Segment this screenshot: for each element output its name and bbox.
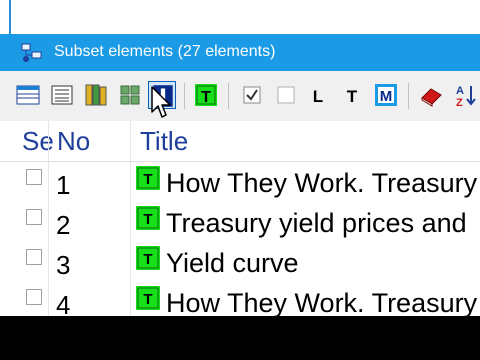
table-row[interactable]: 1 T How They Work. Treasury bbox=[0, 163, 480, 203]
row-select-checkbox[interactable] bbox=[26, 289, 42, 305]
row-title: Treasury yield prices and bbox=[166, 208, 467, 238]
title-bar[interactable]: Subset elements (27 elements) bbox=[0, 34, 480, 71]
row-select-checkbox[interactable] bbox=[26, 249, 42, 265]
checkbox-checked-icon[interactable] bbox=[238, 81, 266, 109]
toolbar-separator bbox=[184, 83, 185, 109]
row-select-checkbox[interactable] bbox=[26, 209, 42, 225]
parent-window-strip bbox=[0, 0, 480, 34]
mouse-pointer-icon bbox=[151, 86, 171, 118]
eraser-icon[interactable] bbox=[418, 81, 446, 109]
column-header-sel[interactable]: Se bbox=[22, 126, 54, 157]
window-title: Subset elements (27 elements) bbox=[54, 43, 276, 60]
type-t-icon: T bbox=[136, 206, 160, 230]
type-t-icon: T bbox=[136, 286, 160, 310]
sort-az-icon[interactable]: AZ bbox=[450, 81, 478, 109]
checkbox-empty-icon[interactable] bbox=[272, 81, 300, 109]
row-number: 2 bbox=[56, 210, 71, 240]
column-header-title[interactable]: Title bbox=[140, 126, 188, 157]
letter-t-icon[interactable]: T bbox=[338, 81, 366, 109]
svg-text:T: T bbox=[347, 87, 358, 106]
svg-text:T: T bbox=[143, 251, 152, 268]
row-title: How They Work. Treasury bbox=[166, 288, 478, 316]
letterbox-bar bbox=[0, 316, 480, 360]
subset-tree-icon bbox=[21, 43, 42, 62]
svg-text:T: T bbox=[143, 211, 152, 228]
tiles-view-icon[interactable] bbox=[116, 81, 144, 109]
type-t-green-icon[interactable]: T bbox=[192, 81, 220, 109]
row-select-checkbox[interactable] bbox=[26, 169, 42, 185]
type-t-icon: T bbox=[136, 166, 160, 190]
table-row[interactable]: 4 T How They Work. Treasury bbox=[0, 283, 480, 316]
list-rows-icon[interactable] bbox=[14, 81, 42, 109]
svg-text:T: T bbox=[143, 291, 152, 308]
row-number: 1 bbox=[56, 170, 71, 200]
svg-text:Z: Z bbox=[456, 97, 463, 109]
subset-elements-window: Subset elements (27 elements) T L T M A … bbox=[0, 0, 480, 316]
window-edge bbox=[9, 0, 11, 34]
letter-m-icon[interactable]: M bbox=[372, 81, 400, 109]
svg-text:L: L bbox=[313, 87, 323, 106]
svg-text:T: T bbox=[143, 171, 152, 188]
toolbar-separator bbox=[228, 83, 229, 109]
row-title: Yield curve bbox=[166, 248, 299, 278]
type-t-icon: T bbox=[136, 246, 160, 270]
svg-text:M: M bbox=[380, 88, 393, 105]
books-icon[interactable] bbox=[82, 81, 110, 109]
table-row[interactable]: 3 T Yield curve bbox=[0, 243, 480, 283]
table-row[interactable]: 2 T Treasury yield prices and bbox=[0, 203, 480, 243]
toolbar-separator bbox=[408, 83, 409, 109]
row-title: How They Work. Treasury bbox=[166, 168, 478, 198]
svg-text:A: A bbox=[456, 85, 464, 97]
elements-grid: Se No Title 1 T How They Work. Treasury … bbox=[0, 121, 480, 316]
details-view-icon[interactable] bbox=[48, 81, 76, 109]
grid-header: Se No Title bbox=[0, 121, 480, 162]
svg-text:T: T bbox=[201, 89, 211, 106]
toolbar: T L T M AZ bbox=[0, 71, 480, 122]
row-number: 3 bbox=[56, 250, 71, 280]
column-header-no[interactable]: No bbox=[57, 126, 90, 157]
row-number: 4 bbox=[56, 290, 71, 316]
letter-l-icon[interactable]: L bbox=[304, 81, 332, 109]
